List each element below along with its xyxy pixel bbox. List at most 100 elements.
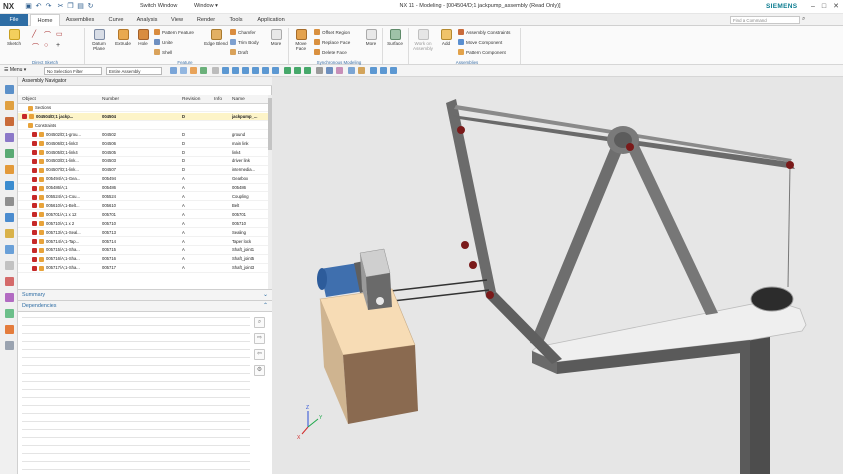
tab-curve[interactable]: Curve <box>104 14 128 26</box>
table-row[interactable]: 005716/A;1-Sha... 005716 A Shaft_joint5 <box>18 255 268 264</box>
reports-icon[interactable] <box>5 325 14 334</box>
visibility-checkbox[interactable] <box>32 265 37 271</box>
constraint-navigator-icon[interactable] <box>5 117 14 126</box>
view-zoom-icon[interactable] <box>294 67 301 74</box>
add-component-button[interactable]: Add <box>438 29 454 46</box>
fillet-icon[interactable]: ⌒ <box>32 42 39 52</box>
assembly-constraints-button[interactable]: Assembly Constraints <box>458 29 510 35</box>
roles-icon[interactable] <box>5 229 14 238</box>
selection-filter-select[interactable]: No Selection Filter <box>44 67 102 75</box>
table-row[interactable]: 005610/A;1-Belt... 005610 A Belt <box>18 202 268 211</box>
rectangle-icon[interactable]: ▭ <box>56 30 63 38</box>
close-icon[interactable]: ✕ <box>831 2 841 12</box>
sketch-button[interactable]: Sketch <box>4 29 24 46</box>
visibility-checkbox[interactable] <box>32 221 37 227</box>
summary-panel-header[interactable]: Summary ⌄ <box>18 289 272 301</box>
table-row[interactable]: 005715/A;1-Sha... 005715 A Shaft_joint1 <box>18 246 268 255</box>
settings-icon[interactable]: ⚙ <box>254 365 265 376</box>
minimize-icon[interactable]: – <box>808 2 818 12</box>
table-row[interactable]: 004503/D;1-link... 004503 Ddriver link <box>18 157 268 166</box>
visibility-checkbox[interactable] <box>32 239 37 244</box>
dependencies-panel-header[interactable]: Dependencies ⌃ <box>18 301 272 312</box>
maximize-icon[interactable]: □ <box>819 2 829 12</box>
measure-icon[interactable] <box>380 67 387 74</box>
process-studio-icon[interactable] <box>5 197 14 206</box>
table-row[interactable]: Constraints <box>18 122 268 131</box>
pattern-component-button[interactable]: Pattern Component <box>458 49 506 55</box>
unite-button[interactable]: Unite <box>154 39 173 45</box>
table-row[interactable]: 004505/D;1-link4 004505 Dlink4 <box>18 149 268 157</box>
move-face-button[interactable]: Move Face <box>291 29 311 51</box>
visibility-checkbox[interactable] <box>32 132 37 138</box>
column-info[interactable]: Info <box>214 95 222 104</box>
tab-home[interactable]: Home <box>30 14 60 26</box>
chevron-up-icon[interactable]: ⌃ <box>263 302 268 309</box>
cut-icon[interactable]: ✂ <box>56 2 65 11</box>
copy-icon[interactable]: ❐ <box>66 2 75 11</box>
view-rotate-icon[interactable] <box>304 67 311 74</box>
table-row[interactable]: 004507/D;1-link... 004507 Dintermedia... <box>18 166 268 175</box>
save-icon[interactable]: ▣ <box>24 2 33 11</box>
select-bodies-icon[interactable] <box>200 67 207 74</box>
extrude-button[interactable]: Extrude <box>112 29 134 46</box>
line-icon[interactable]: ╱ <box>32 30 36 38</box>
visibility-checkbox[interactable] <box>32 247 37 253</box>
replace-face-button[interactable]: Replace Face <box>314 39 350 45</box>
edit-section-icon[interactable] <box>336 67 343 74</box>
clock-icon[interactable] <box>5 213 14 222</box>
work-on-assembly-button[interactable]: Work on Assembly <box>410 29 436 51</box>
snap-midpoint-icon[interactable] <box>232 67 239 74</box>
part-navigator-icon[interactable] <box>5 85 14 94</box>
help-icon[interactable] <box>5 341 14 350</box>
visibility-checkbox[interactable] <box>32 141 37 147</box>
tab-view[interactable]: View <box>166 14 188 26</box>
capture-icon[interactable] <box>5 309 14 318</box>
chamfer-button[interactable]: Chamfer <box>230 29 256 35</box>
edge-blend-button[interactable]: Edge Blend <box>204 29 228 46</box>
selection-scope-select[interactable]: Entire Assembly <box>106 67 162 75</box>
visibility-checkbox[interactable] <box>32 158 37 164</box>
column-revision[interactable]: Revision <box>182 95 200 104</box>
shell-button[interactable]: Shell <box>154 49 172 55</box>
tab-tools[interactable]: Tools <box>224 14 248 26</box>
snap-icon[interactable] <box>212 67 219 74</box>
table-row[interactable]: 005717/A;1-Sha... 005717 A Shaft_joint3 <box>18 264 268 273</box>
table-row[interactable]: 004502/D;1-grou... 004502 Dground <box>18 131 268 140</box>
orient-view-icon[interactable] <box>326 67 333 74</box>
snap-point-icon[interactable] <box>252 67 259 74</box>
window-menu[interactable]: Window ▾ <box>194 3 218 9</box>
table-row[interactable]: 005713/A;1-Seal... 005713 A Sealing <box>18 229 268 237</box>
table-row[interactable]: 005486/A;1 005486 A 005486 <box>18 184 268 193</box>
visibility-checkbox[interactable] <box>32 212 37 218</box>
web-browser-icon[interactable] <box>5 165 14 174</box>
zoom-icon[interactable]: ⌕ <box>254 317 265 328</box>
teamcenter-icon[interactable] <box>5 277 14 286</box>
repeat-command-icon[interactable]: ↻ <box>86 2 95 11</box>
visibility-checkbox[interactable] <box>32 167 37 173</box>
snap-center-icon[interactable] <box>242 67 249 74</box>
column-number[interactable]: Number <box>102 95 119 104</box>
system-scene-icon[interactable] <box>5 245 14 254</box>
select-faces-icon[interactable] <box>170 67 177 74</box>
reuse-library-icon[interactable] <box>5 133 14 142</box>
datum-plane-button[interactable]: Datum Plane <box>88 29 110 51</box>
arrow-left-icon[interactable]: ⇦ <box>254 349 265 360</box>
view-fit-icon[interactable] <box>284 67 291 74</box>
move-component-button[interactable]: Move Component <box>458 39 502 45</box>
delete-face-button[interactable]: Delete Face <box>314 49 347 55</box>
graphics-window[interactable]: Z Y X <box>272 77 843 474</box>
paste-icon[interactable]: ▤ <box>76 2 85 11</box>
point-icon[interactable]: + <box>56 42 60 49</box>
trim-body-button[interactable]: Trim Body <box>230 39 259 45</box>
snap-tangent-icon[interactable] <box>272 67 279 74</box>
palette-icon[interactable] <box>5 261 14 270</box>
wcs-icon[interactable] <box>370 67 377 74</box>
table-row[interactable]: 004504/D;1 jackp... 004504 Djackpump_... <box>18 112 268 122</box>
surface-button[interactable]: Surface <box>384 29 406 46</box>
arrow-right-icon[interactable]: ⇨ <box>254 333 265 344</box>
snap-endpoint-icon[interactable] <box>222 67 229 74</box>
select-edges-icon[interactable] <box>180 67 187 74</box>
table-row[interactable]: 005524/A;1-Cou... 005524 A Coupling <box>18 193 268 202</box>
snap-intersection-icon[interactable] <box>262 67 269 74</box>
layer-settings-icon[interactable] <box>358 67 365 74</box>
